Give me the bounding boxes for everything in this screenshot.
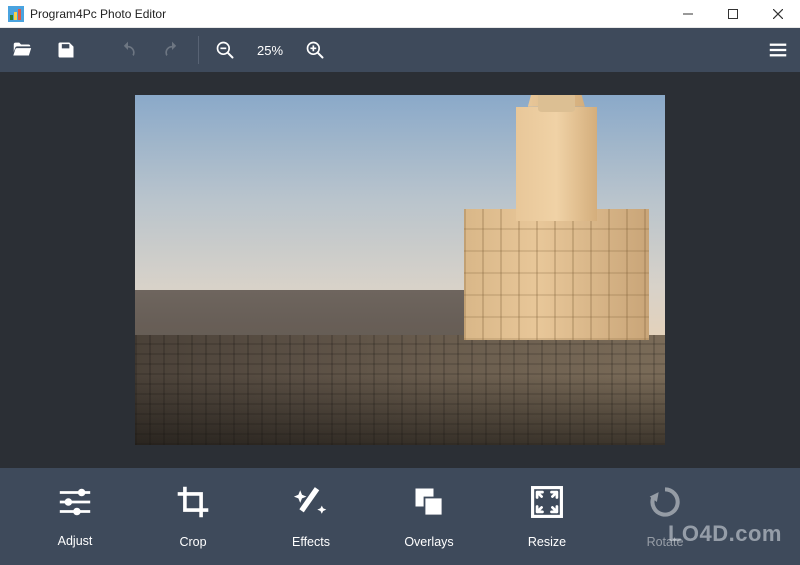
titlebar: Program4Pc Photo Editor [0, 0, 800, 28]
overlays-icon [411, 484, 447, 525]
action-effects[interactable]: Effects [252, 484, 370, 549]
undo-button[interactable] [106, 28, 150, 72]
close-button[interactable] [755, 0, 800, 28]
action-label: Rotate [647, 535, 684, 549]
action-label: Crop [179, 535, 206, 549]
action-crop[interactable]: Crop [134, 484, 252, 549]
action-adjust[interactable]: Adjust [16, 485, 134, 548]
sliders-icon [56, 485, 94, 524]
zoom-level-label: 25% [247, 43, 293, 58]
action-label: Effects [292, 535, 330, 549]
window-title: Program4Pc Photo Editor [30, 7, 166, 21]
top-toolbar: 25% [0, 28, 800, 72]
maximize-button[interactable] [710, 0, 755, 28]
crop-icon [175, 484, 211, 525]
action-label: Resize [528, 535, 566, 549]
action-overlays[interactable]: Overlays [370, 484, 488, 549]
hamburger-menu-button[interactable] [756, 28, 800, 72]
action-rotate[interactable]: Rotate [606, 484, 724, 549]
redo-button[interactable] [150, 28, 194, 72]
action-bar: Adjust Crop Effects Overlays [0, 468, 800, 565]
app-icon [8, 6, 24, 22]
wand-icon [293, 484, 329, 525]
canvas-area[interactable] [0, 72, 800, 468]
photo-canvas[interactable] [135, 95, 665, 445]
action-resize[interactable]: Resize [488, 484, 606, 549]
action-label: Adjust [58, 534, 93, 548]
save-button[interactable] [44, 28, 88, 72]
resize-icon [529, 484, 565, 525]
zoom-in-button[interactable] [293, 28, 337, 72]
zoom-out-button[interactable] [203, 28, 247, 72]
toolbar-separator [198, 36, 199, 64]
open-button[interactable] [0, 28, 44, 72]
action-label: Overlays [404, 535, 453, 549]
rotate-icon [647, 484, 683, 525]
minimize-button[interactable] [665, 0, 710, 28]
